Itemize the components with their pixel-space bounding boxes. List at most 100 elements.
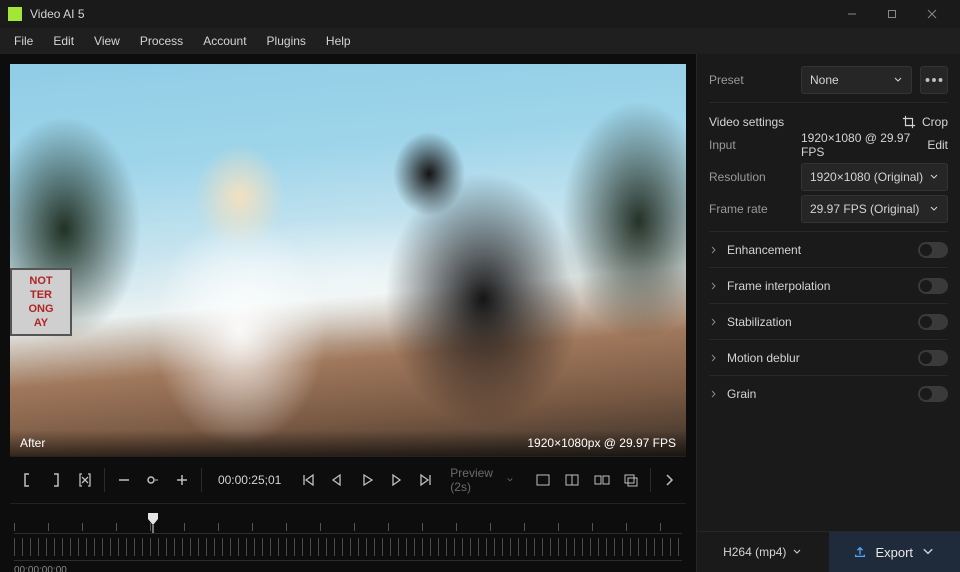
stabilization-toggle[interactable] [918,314,948,330]
expand-panel-button[interactable] [657,464,682,496]
zoom-in-button[interactable] [170,464,195,496]
preview-resolution-label: 1920×1080px @ 29.97 FPS [527,436,676,450]
zoom-level-indicator[interactable] [140,464,165,496]
bracket-right-icon [48,472,64,488]
view-overlay-button[interactable] [618,464,643,496]
menu-process[interactable]: Process [130,30,193,52]
app-icon [8,7,22,21]
chevron-down-icon [929,204,939,214]
go-to-end-button[interactable] [413,464,438,496]
timeline-track[interactable]: 00:00:00;00 [14,533,682,561]
motion-deblur-toggle[interactable] [918,350,948,366]
main-area: NOT TER ONG AY After 1920×1080px @ 29.97… [0,54,960,572]
window-controls [832,0,952,28]
close-button[interactable] [912,0,952,28]
section-stabilization[interactable]: Stabilization [709,303,948,339]
playhead[interactable] [148,513,158,533]
preset-label: Preset [709,73,793,87]
view-split-vert-button[interactable] [560,464,585,496]
settings-panel: Preset None Video settings Crop Input 19… [696,54,960,572]
view-split-vert-icon [564,472,580,488]
view-single-button[interactable] [530,464,555,496]
video-preview[interactable]: NOT TER ONG AY After 1920×1080px @ 29.97… [10,64,686,456]
play-icon [359,472,375,488]
chevron-right-icon [709,389,719,399]
minimize-button[interactable] [832,0,872,28]
titlebar: Video AI 5 [0,0,960,28]
menu-plugins[interactable]: Plugins [257,30,316,52]
app-title: Video AI 5 [30,7,832,21]
dot-icon [145,472,161,488]
minimize-icon [847,9,857,19]
timeline-ruler[interactable] [14,513,682,533]
export-footer: H264 (mp4) Export [697,531,960,572]
enhancement-toggle[interactable] [918,242,948,258]
menubar: File Edit View Process Account Plugins H… [0,28,960,54]
export-button[interactable]: Export [829,532,960,572]
step-back-button[interactable] [325,464,350,496]
play-button[interactable] [354,464,379,496]
mark-in-button[interactable] [14,464,39,496]
chevron-right-icon [709,245,719,255]
view-side-by-side-button[interactable] [589,464,614,496]
go-to-start-button[interactable] [295,464,320,496]
street-sign: NOT TER ONG AY [10,268,72,336]
preview-duration-select[interactable]: Preview (2s) [442,466,522,494]
chevron-right-icon [661,472,677,488]
input-row: Input 1920×1080 @ 29.97 FPS Edit [709,129,948,161]
preview-mode-label: After [20,436,45,450]
separator [201,468,202,492]
separator [650,468,651,492]
chevron-right-icon [709,281,719,291]
crop-icon [902,115,916,129]
clear-range-button[interactable] [73,464,98,496]
resolution-select[interactable]: 1920×1080 (Original) [801,163,948,191]
input-edit-button[interactable]: Edit [927,138,948,152]
step-forward-button[interactable] [384,464,409,496]
left-column: NOT TER ONG AY After 1920×1080px @ 29.97… [0,54,696,572]
timecode[interactable]: 00:00:25;01 [208,473,291,487]
menu-help[interactable]: Help [316,30,361,52]
playhead-icon [148,513,158,533]
zoom-out-button[interactable] [111,464,136,496]
chevron-down-icon [921,545,935,559]
grain-toggle[interactable] [918,386,948,402]
codec-select[interactable]: H264 (mp4) [697,532,829,572]
section-motion-deblur[interactable]: Motion deblur [709,339,948,375]
menu-edit[interactable]: Edit [43,30,84,52]
framerate-select[interactable]: 29.97 FPS (Original) [801,195,948,223]
input-label: Input [709,138,793,152]
preset-more-button[interactable] [920,66,948,94]
transport-bar: 00:00:25;01 Preview (2s) [10,456,686,504]
section-frame-interpolation[interactable]: Frame interpolation [709,267,948,303]
resolution-label: Resolution [709,170,793,184]
framerate-label: Frame rate [709,202,793,216]
skip-start-icon [300,472,316,488]
menu-file[interactable]: File [4,30,43,52]
chevron-right-icon [709,317,719,327]
maximize-icon [887,9,897,19]
section-enhancement[interactable]: Enhancement [709,231,948,267]
frame-forward-icon [388,472,404,488]
chevron-down-icon [929,172,939,182]
mark-out-button[interactable] [43,464,68,496]
preset-select[interactable]: None [801,66,912,94]
separator [104,468,105,492]
chevron-right-icon [709,353,719,363]
minus-icon [116,472,132,488]
plus-icon [174,472,190,488]
chevron-down-icon [893,75,903,85]
section-grain[interactable]: Grain [709,375,948,411]
frame-back-icon [329,472,345,488]
close-icon [927,9,937,19]
menu-account[interactable]: Account [193,30,256,52]
preset-row: Preset None [709,64,948,96]
crop-button[interactable]: Crop [902,115,948,129]
frame-interpolation-toggle[interactable] [918,278,948,294]
view-side-icon [594,472,610,488]
timeline[interactable]: 00:00:00;00 [10,504,686,568]
menu-view[interactable]: View [84,30,130,52]
chevron-down-icon [792,547,802,557]
chevron-down-icon [506,475,514,485]
maximize-button[interactable] [872,0,912,28]
